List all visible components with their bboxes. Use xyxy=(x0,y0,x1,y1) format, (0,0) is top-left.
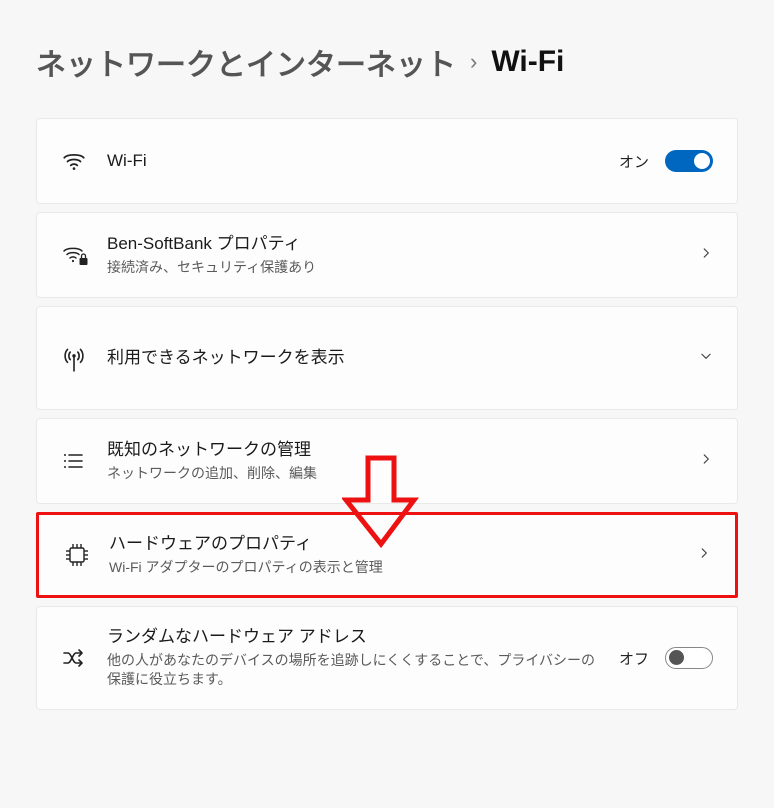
hardware-properties-subtitle: Wi-Fi アダプターのプロパティの表示と管理 xyxy=(109,558,685,578)
shuffle-icon xyxy=(61,646,107,670)
wifi-toggle-card: Wi-Fi オン xyxy=(36,118,738,204)
wifi-toggle-switch[interactable] xyxy=(665,150,713,172)
chevron-right-icon xyxy=(699,452,713,471)
random-hw-title: ランダムなハードウェア アドレス xyxy=(107,626,607,649)
breadcrumb-parent[interactable]: ネットワークとインターネット xyxy=(36,40,456,84)
random-hw-state-label: オフ xyxy=(619,648,649,669)
chevron-right-icon xyxy=(699,246,713,265)
wifi-state-label: オン xyxy=(619,151,649,172)
wifi-icon xyxy=(61,148,107,174)
breadcrumb: ネットワークとインターネット › Wi-Fi xyxy=(36,40,738,84)
chip-icon xyxy=(63,541,109,569)
chevron-down-icon xyxy=(699,349,713,368)
random-hw-toggle-switch[interactable] xyxy=(665,647,713,669)
chevron-right-icon xyxy=(697,546,711,565)
available-networks-title: 利用できるネットワークを表示 xyxy=(107,347,687,370)
breadcrumb-separator-icon: › xyxy=(470,49,477,75)
random-hw-subtitle: 他の人があなたのデバイスの場所を追跡しにくくすることで、プライバシーの保護に役立… xyxy=(107,651,607,690)
random-hw-card: ランダムなハードウェア アドレス 他の人があなたのデバイスの場所を追跡しにくくす… xyxy=(36,606,738,710)
known-networks-card[interactable]: 既知のネットワークの管理 ネットワークの追加、削除、編集 xyxy=(36,418,738,504)
wifi-secure-icon xyxy=(61,242,107,268)
hardware-properties-card[interactable]: ハードウェアのプロパティ Wi-Fi アダプターのプロパティの表示と管理 xyxy=(36,512,738,598)
current-network-subtitle: 接続済み、セキュリティ保護あり xyxy=(107,258,687,278)
current-network-card[interactable]: Ben-SoftBank プロパティ 接続済み、セキュリティ保護あり xyxy=(36,212,738,298)
known-networks-subtitle: ネットワークの追加、削除、編集 xyxy=(107,464,687,484)
current-network-title: Ben-SoftBank プロパティ xyxy=(107,233,687,256)
antenna-icon xyxy=(61,344,107,372)
breadcrumb-current: Wi-Fi xyxy=(491,45,564,79)
hardware-properties-title: ハードウェアのプロパティ xyxy=(109,533,685,556)
available-networks-card[interactable]: 利用できるネットワークを表示 xyxy=(36,306,738,410)
wifi-toggle-title: Wi-Fi xyxy=(107,150,607,173)
known-networks-title: 既知のネットワークの管理 xyxy=(107,439,687,462)
list-icon xyxy=(61,449,107,473)
